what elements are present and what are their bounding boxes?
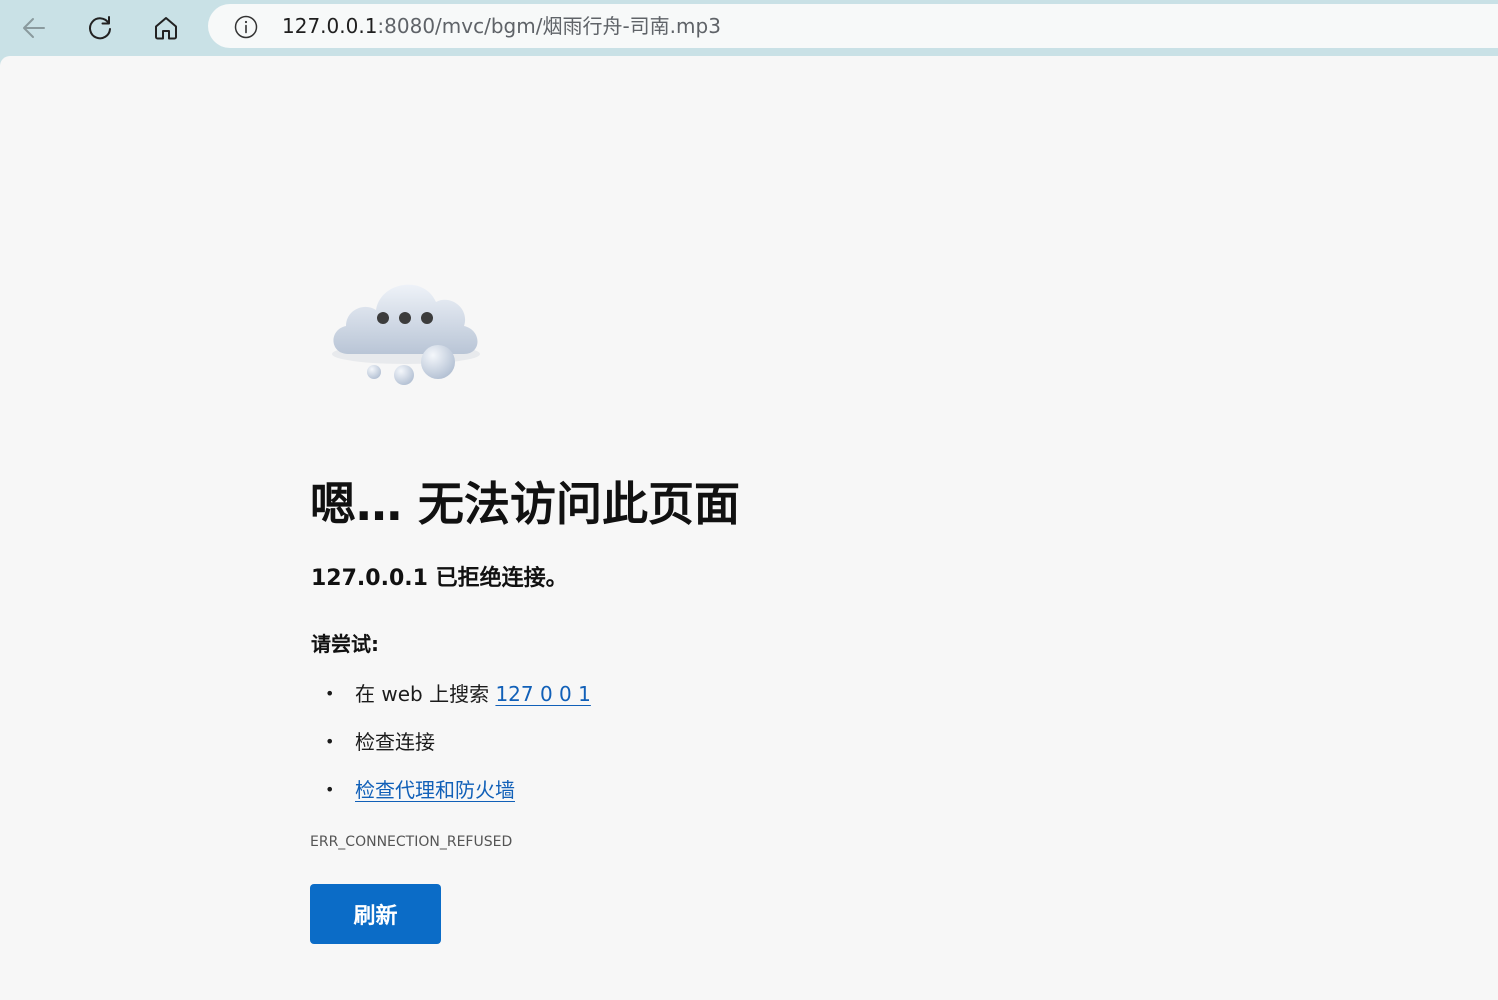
back-button[interactable]: [14, 8, 54, 48]
bullet-icon: •: [325, 684, 335, 703]
address-bar[interactable]: 127.0.0.1:8080/mvc/bgm/烟雨行舟-司南.mp3: [208, 4, 1498, 48]
suggestion-list: • 在 web 上搜索 127 0 0 1 • 检查连接 • 检查代理和防火墙: [311, 676, 591, 820]
error-page: 嗯… 无法访问此页面 127.0.0.1 已拒绝连接。 请尝试: • 在 web…: [0, 56, 1498, 1000]
error-subtitle: 127.0.0.1 已拒绝连接。: [311, 566, 568, 591]
home-icon: [155, 17, 177, 40]
thinking-cloud-icon: [332, 284, 480, 385]
suggestion-text: 检查连接: [355, 730, 435, 754]
info-circle-icon[interactable]: [234, 15, 258, 39]
page-title: 嗯… 无法访问此页面: [310, 477, 741, 531]
suggestion-search-web: • 在 web 上搜索 127 0 0 1: [311, 676, 591, 724]
home-button[interactable]: [146, 8, 186, 48]
url-text[interactable]: 127.0.0.1:8080/mvc/bgm/烟雨行舟-司南.mp3: [282, 4, 721, 48]
arrow-left-icon: [23, 18, 45, 38]
error-code: ERR_CONNECTION_REFUSED: [310, 834, 513, 850]
url-host: 127.0.0.1: [282, 14, 378, 38]
suggestion-check-proxy: • 检查代理和防火墙: [311, 772, 591, 820]
url-path: :8080/mvc/bgm/烟雨行舟-司南.mp3: [377, 14, 721, 38]
bullet-icon: •: [325, 732, 335, 751]
reload-button[interactable]: [80, 8, 120, 48]
search-link[interactable]: 127 0 0 1: [495, 682, 590, 706]
bullet-icon: •: [325, 780, 335, 799]
refresh-button[interactable]: 刷新: [310, 884, 441, 944]
suggestion-text: 在 web 上搜索: [355, 682, 496, 706]
reload-icon: [89, 16, 111, 40]
suggestion-check-connection: • 检查连接: [311, 724, 591, 772]
proxy-firewall-link[interactable]: 检查代理和防火墙: [355, 778, 515, 802]
browser-toolbar: 127.0.0.1:8080/mvc/bgm/烟雨行舟-司南.mp3: [0, 0, 1498, 56]
try-label: 请尝试:: [311, 632, 379, 656]
